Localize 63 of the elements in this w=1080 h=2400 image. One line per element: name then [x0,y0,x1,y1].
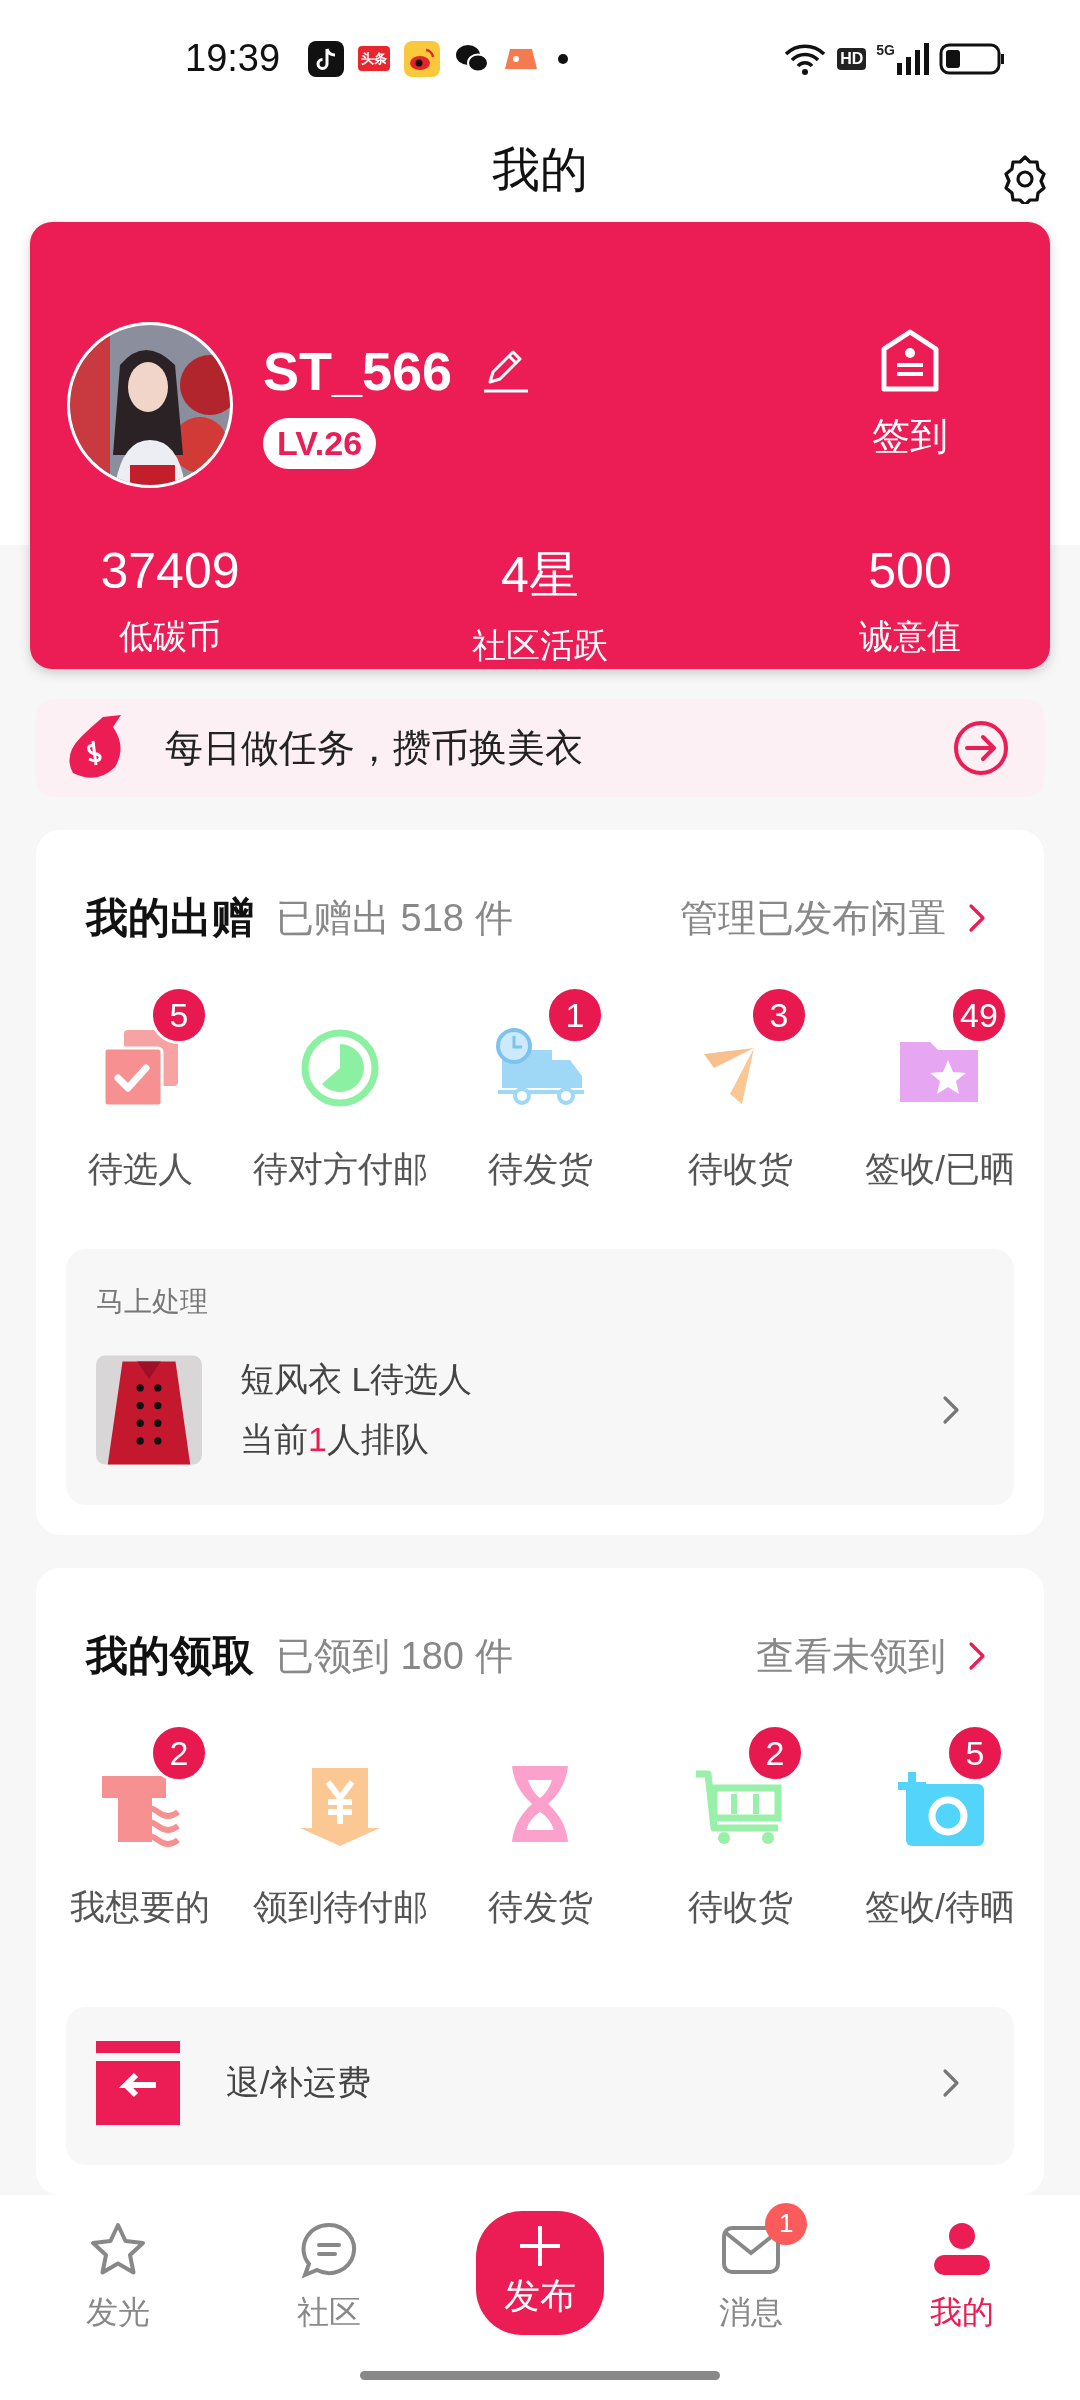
status-button[interactable]: 3 待收货 [640,982,840,1193]
status-button[interactable]: 领到待付邮 [240,1720,440,1931]
status-button[interactable]: 2 我想要的 [40,1720,240,1931]
count-badge: 2 [746,1724,804,1782]
status-button[interactable]: 5 签收/待晒 [840,1720,1040,1931]
nav-tab[interactable]: 社区 [223,2196,435,2335]
stat-label: 社区活跃 [472,625,608,667]
username: ST_566 [263,340,453,403]
queue-note: 当前1人排队 [240,1419,430,1460]
count-badge: 3 [750,986,808,1044]
status-time: 19:39 [185,37,281,81]
publish-button[interactable]: 发布 [476,2210,604,2335]
status-button[interactable]: 2 待收货 [640,1720,840,1931]
status-button[interactable]: 待对方付邮 [240,982,440,1193]
panel-heading: 马上处理 [96,1285,209,1319]
section-summary: 已赠出 518 件 [276,895,513,941]
plus-icon [518,2224,562,2268]
status-button[interactable]: 1 待发货 [440,982,640,1193]
stat-value: 4星 [501,546,579,606]
music-note-icon [308,40,345,77]
section-title: 我的出赠 [86,893,254,943]
news-app-icon: 头条 [358,46,391,72]
level-badge: LV.26 [263,418,377,470]
nav-tab[interactable]: 我的 [856,2196,1068,2335]
stat-value: 500 [868,542,952,601]
count-badge: 1 [546,986,604,1044]
page-title: 我的 [492,142,588,199]
chevron-icon [942,1395,960,1425]
stat-value: 37409 [100,542,240,601]
chevron-icon [968,903,986,933]
checkin-button[interactable]: 签到 [810,327,1010,482]
section-link[interactable]: 管理已发布闲置 [680,892,986,944]
status-button[interactable]: 5 待选人 [40,982,240,1193]
arrow-circle-icon[interactable] [953,720,1009,777]
hd-badge: HD [837,47,867,70]
item-title: 短风衣 L待选人 [240,1359,473,1400]
nav-tab[interactable]: 1 消息 [645,2196,857,2335]
section-title: 我的领取 [86,1631,254,1681]
count-badge: 5 [946,1724,1004,1782]
count-badge: 5 [150,986,208,1044]
stat-label: 诚意值 [859,616,961,658]
chevron-icon [968,1641,986,1671]
eye-icon [404,40,441,77]
item-title: 退/补运费 [226,2062,372,2103]
pencil-icon[interactable] [482,348,531,395]
status-button[interactable]: 待发货 [440,1720,640,1931]
mail-icon [721,2224,782,2275]
section-summary: 已领到 180 件 [276,1633,513,1679]
count-badge: 2 [150,1724,208,1782]
battery-icon [939,42,1005,75]
section-link[interactable]: 查看未领到 [756,1630,986,1682]
house-icon [880,328,940,393]
banner-text: 每日做任务，攒币换美衣 [165,725,583,771]
network-type: 5G [876,42,895,57]
stat-label: 低碳币 [119,616,221,658]
nav-tab[interactable]: 发光 [12,2196,224,2335]
count-badge: 49 [950,986,1008,1044]
signal-icon [897,42,929,75]
count-badge: 1 [765,2202,808,2245]
wifi-icon [783,41,828,76]
chevron-icon [942,2068,960,2098]
status-button[interactable]: 49 签收/已晒 [840,982,1040,1193]
return-icon [96,2041,180,2125]
